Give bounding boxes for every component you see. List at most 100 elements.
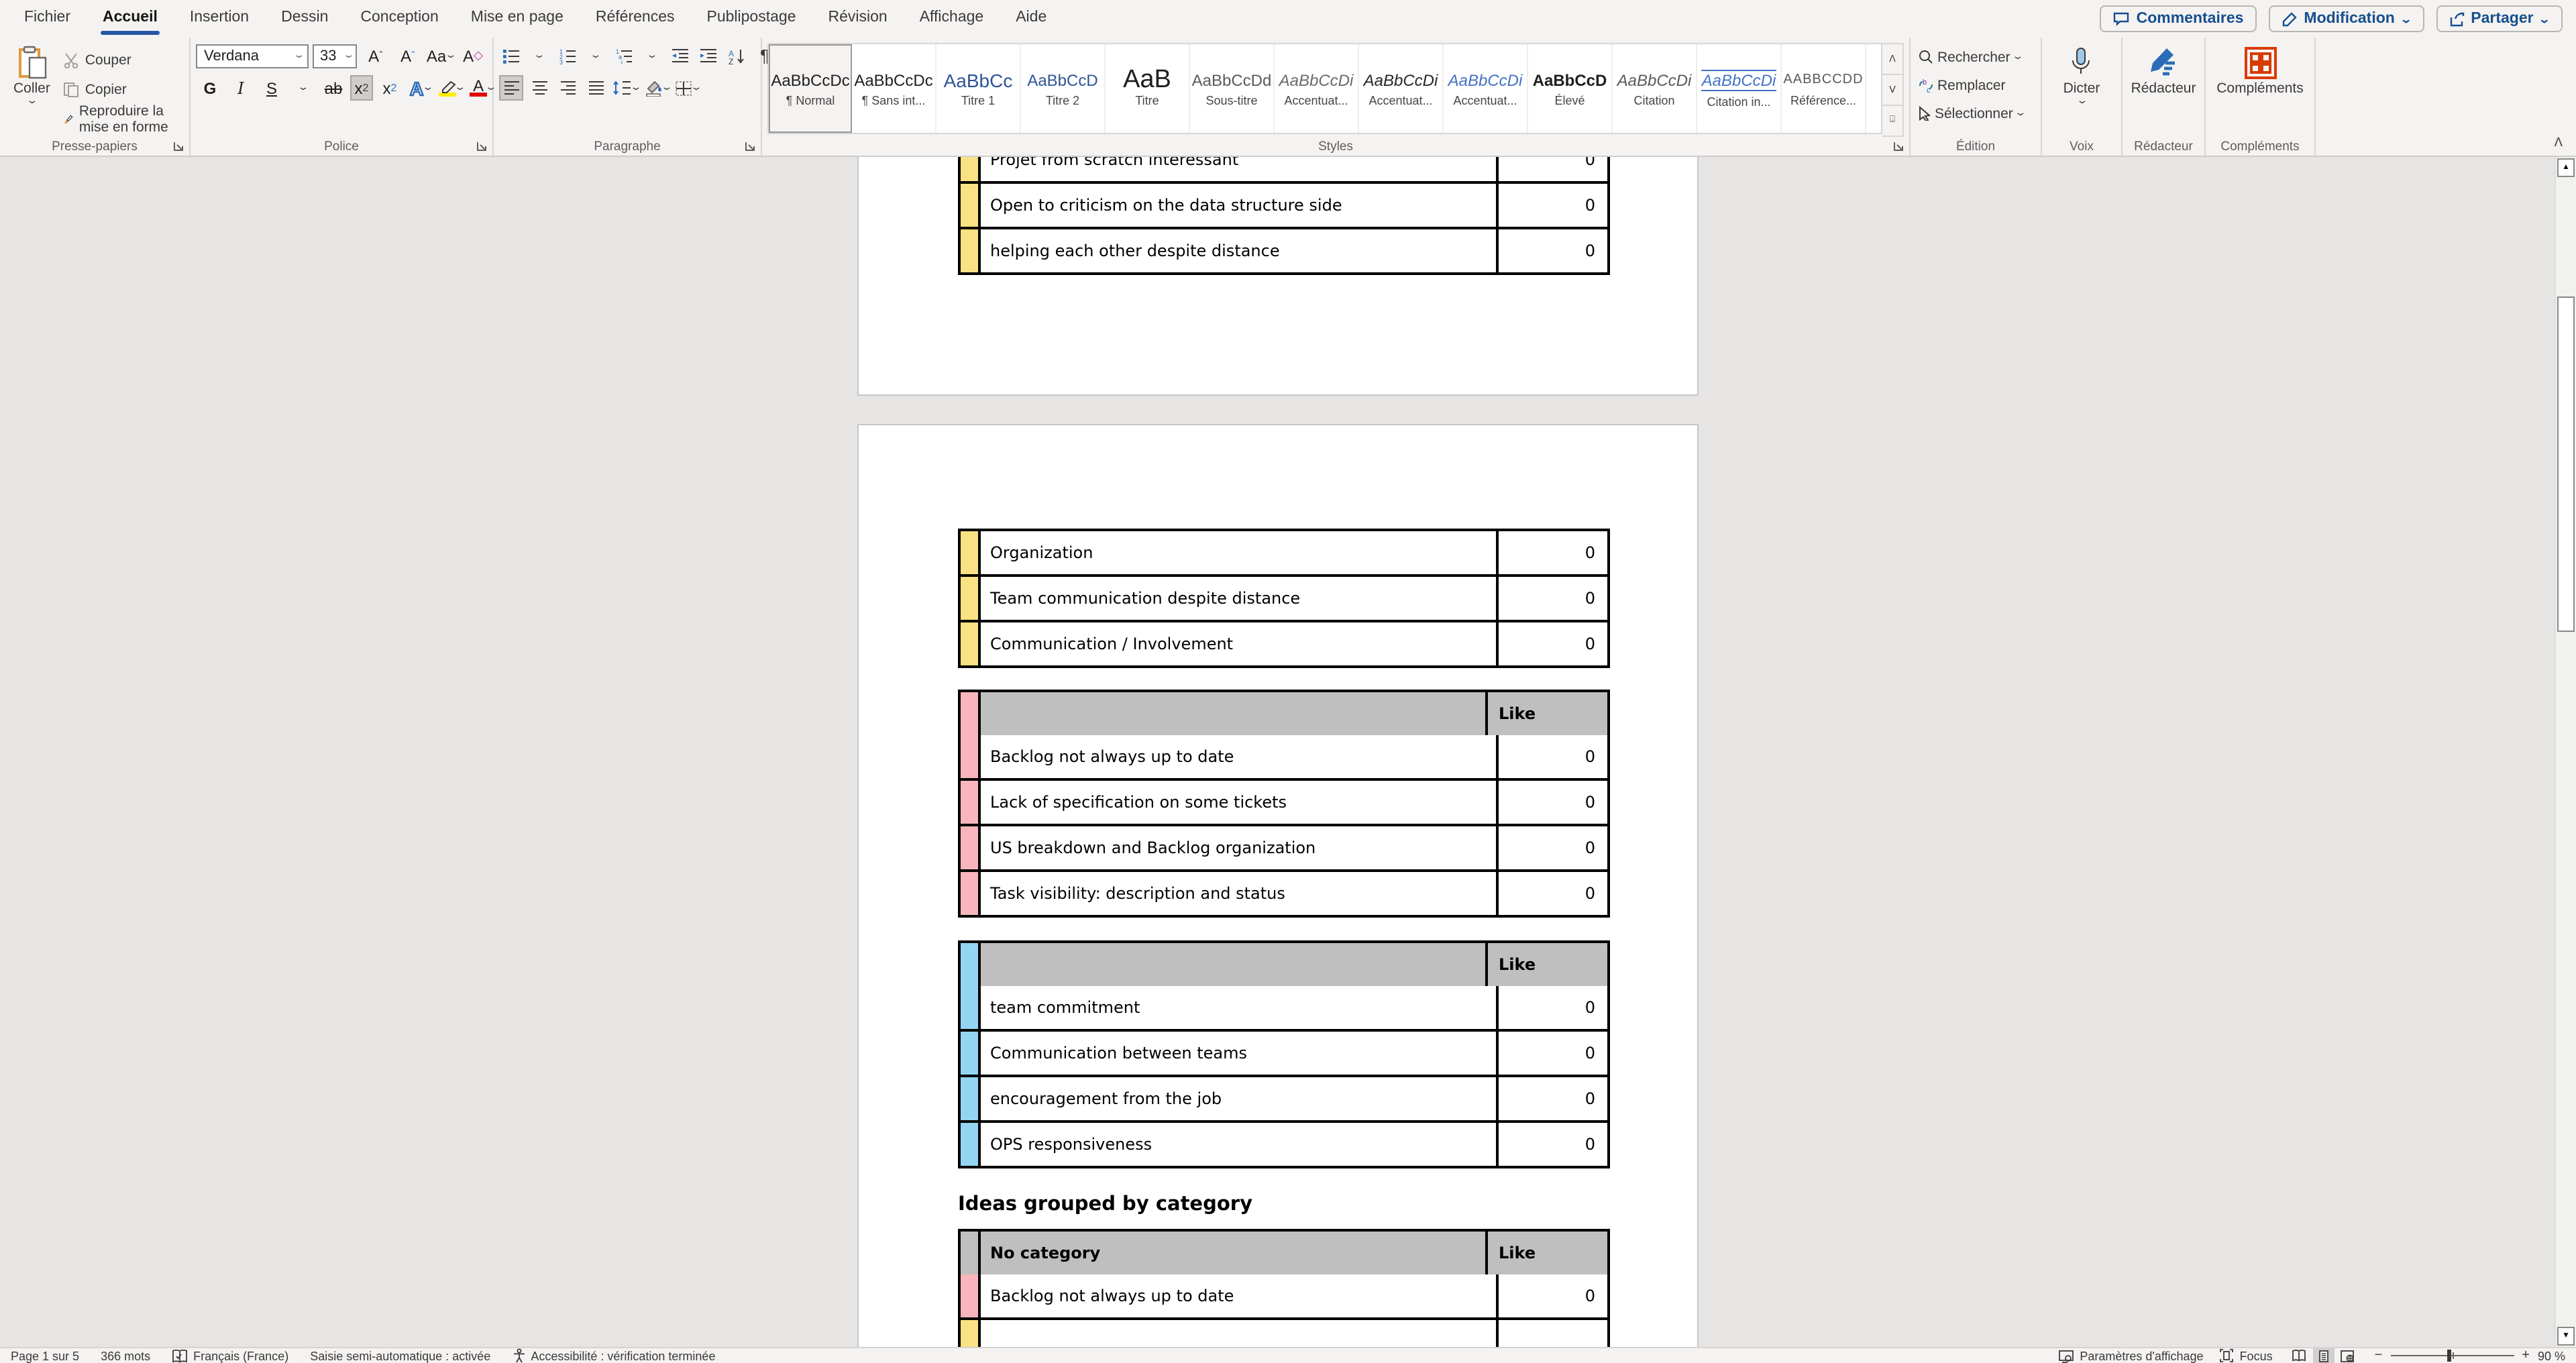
editing-mode-button[interactable]: Modification ⌄ <box>2269 5 2424 32</box>
cut-button[interactable]: Couper <box>61 47 184 72</box>
proofing-status[interactable]: Français (France) <box>172 1349 288 1362</box>
strikethrough-button[interactable]: ab <box>319 75 347 101</box>
idea-text-cell[interactable]: Communication between teams <box>981 1032 1496 1075</box>
table-row[interactable]: Open to criticism on the data structure … <box>961 181 1607 227</box>
header-empty-cell[interactable] <box>981 692 1485 735</box>
ribbon-tab[interactable]: Révision <box>812 0 904 38</box>
dictate-button[interactable]: Dicter ⌄ <box>2055 43 2108 137</box>
comments-button[interactable]: Commentaires <box>2100 5 2257 32</box>
like-count-cell[interactable]: 0 <box>1496 781 1607 824</box>
style-item[interactable]: AaBbCcDc ¶ Sans int... <box>852 44 936 133</box>
sort-button[interactable]: AZ <box>724 43 749 68</box>
no-category-header-cell[interactable]: No category <box>981 1232 1485 1274</box>
idea-text-cell[interactable]: Organization <box>981 531 1496 574</box>
style-item[interactable]: AaBbCcDi Citation <box>1613 44 1697 133</box>
clipboard-dialog-launcher[interactable] <box>173 141 185 153</box>
like-count-cell[interactable]: 0 <box>1496 577 1607 620</box>
find-button[interactable]: Rechercher⌄ <box>1916 46 2035 68</box>
copy-button[interactable]: Copier <box>61 76 184 102</box>
table-row[interactable]: helping each other despite distance 0 <box>961 227 1607 272</box>
like-header-cell[interactable]: Like <box>1485 943 1607 986</box>
superscript-button[interactable]: x2 <box>376 75 404 101</box>
like-count-cell[interactable]: 0 <box>1496 1077 1607 1120</box>
styles-dialog-launcher[interactable] <box>1893 141 1905 153</box>
style-item[interactable]: AaBbCcDi Accentuat... <box>1359 44 1444 133</box>
style-item[interactable]: AaBbCcD Titre 2 <box>1021 44 1106 133</box>
autocomplete-status[interactable]: Saisie semi-automatique : activée <box>310 1349 490 1362</box>
align-right-button[interactable] <box>555 75 580 101</box>
decrease-indent-button[interactable] <box>668 43 692 68</box>
justify-button[interactable] <box>584 75 608 101</box>
like-count-cell[interactable]: 0 <box>1496 872 1607 915</box>
ribbon-tab[interactable]: Affichage <box>904 0 1000 38</box>
table-header-row[interactable]: No category Like <box>961 1232 1607 1274</box>
table-row[interactable]: Task visibility: description and status … <box>961 869 1607 915</box>
style-item[interactable]: AaB Titre <box>1106 44 1190 133</box>
ribbon-tab[interactable]: Fichier <box>8 0 87 38</box>
zoom-out-button[interactable]: − <box>2375 1348 2383 1363</box>
ribbon-tab[interactable]: Mise en page <box>455 0 580 38</box>
header-empty-cell[interactable] <box>981 943 1485 986</box>
highlight-button[interactable]: ⌄ <box>437 75 466 101</box>
font-color-button[interactable]: A ⌄ <box>468 75 496 101</box>
like-count-cell[interactable]: 0 <box>1496 622 1607 665</box>
table-header-row[interactable]: Like <box>961 692 1607 735</box>
like-count-cell[interactable]: 0 <box>1496 531 1607 574</box>
idea-text-cell[interactable]: Task visibility: description and status <box>981 872 1496 915</box>
scrollbar-thumb[interactable] <box>2557 296 2575 632</box>
styles-scroll-up[interactable]: ᐱ <box>1882 44 1902 75</box>
table-row[interactable]: Organization 0 <box>961 531 1607 574</box>
table-row[interactable]: Backlog not always up to date 0 <box>961 735 1607 778</box>
document-heading[interactable]: Ideas grouped by category <box>958 1194 1697 1215</box>
italic-button[interactable]: I <box>227 75 255 101</box>
table-row[interactable]: Team communication despite distance 0 <box>961 574 1607 620</box>
format-painter-button[interactable]: Reproduire la mise en forme <box>61 106 184 131</box>
print-layout-button[interactable] <box>2313 1348 2334 1363</box>
document-canvas[interactable]: Projet from scratch intéressant 0 Open t… <box>0 157 2576 1347</box>
idea-text-cell[interactable] <box>981 1320 1496 1347</box>
share-button[interactable]: Partager ⌄ <box>2436 5 2563 32</box>
zoom-percentage[interactable]: 90 % <box>2538 1349 2565 1362</box>
underline-button[interactable]: S <box>258 75 286 101</box>
font-dialog-launcher[interactable] <box>476 141 488 153</box>
like-count-cell[interactable]: 0 <box>1496 184 1607 227</box>
paragraph-dialog-launcher[interactable] <box>745 141 757 153</box>
table-row[interactable]: OPS responsiveness 0 <box>961 1120 1607 1166</box>
display-settings-button[interactable]: Paramètres d'affichage <box>2058 1349 2203 1362</box>
style-item[interactable]: AaBbCcDi Citation in... <box>1697 44 1782 133</box>
underline-options-chevron[interactable]: ⌄ <box>288 75 317 101</box>
style-item[interactable]: AaBbCcDi Accentuat... <box>1275 44 1359 133</box>
style-item[interactable]: AaBbCcD Élevé <box>1528 44 1613 133</box>
like-count-cell[interactable]: 0 <box>1496 157 1607 181</box>
style-item[interactable]: AaBbCcDc ¶ Normal <box>769 44 852 133</box>
bullet-list-chevron[interactable]: ⌄ <box>527 43 551 68</box>
style-item[interactable]: AaBbCcDd Sous-titre <box>1190 44 1275 133</box>
read-mode-button[interactable] <box>2289 1348 2310 1363</box>
like-count-cell[interactable]: 0 <box>1496 986 1607 1029</box>
document-page-1[interactable]: Projet from scratch intéressant 0 Open t… <box>857 157 1699 396</box>
idea-text-cell[interactable]: Communication / Involvement <box>981 622 1496 665</box>
editor-button[interactable]: Rédacteur <box>2123 43 2204 137</box>
style-item[interactable]: AaBbCc Titre 1 <box>936 44 1021 133</box>
text-effects-button[interactable]: A⌄ <box>407 75 435 101</box>
idea-text-cell[interactable]: Open to criticism on the data structure … <box>981 184 1496 227</box>
like-count-cell[interactable]: 0 <box>1496 229 1607 272</box>
align-left-button[interactable] <box>499 75 523 101</box>
font-size-select[interactable]: 33⌄ <box>312 44 358 68</box>
select-button[interactable]: Sélectionner⌄ <box>1916 102 2035 125</box>
page-indicator[interactable]: Page 1 sur 5 <box>11 1349 79 1362</box>
idea-text-cell[interactable]: team commitment <box>981 986 1496 1029</box>
style-item[interactable]: AaBbCcDi Accentuat... <box>1444 44 1528 133</box>
grow-font-button[interactable]: Aˆ <box>362 43 390 68</box>
shrink-font-button[interactable]: Aˇ <box>394 43 422 68</box>
vertical-scrollbar[interactable]: ▲ ▼ <box>2555 157 2576 1347</box>
style-item[interactable]: AABBCCDD Référence... <box>1782 44 1866 133</box>
zoom-slider[interactable] <box>2390 1355 2514 1356</box>
font-family-select[interactable]: Verdana⌄ <box>196 44 308 68</box>
ribbon-tab[interactable]: Accueil <box>87 0 174 38</box>
idea-text-cell[interactable]: Backlog not always up to date <box>981 735 1496 778</box>
borders-button[interactable]: ⌄ <box>675 75 700 101</box>
paste-button[interactable]: Coller ⌄ <box>5 43 58 137</box>
table-row[interactable]: Backlog not always up to date 0 <box>961 1274 1607 1317</box>
replace-button[interactable]: bc Remplacer <box>1916 74 2035 97</box>
